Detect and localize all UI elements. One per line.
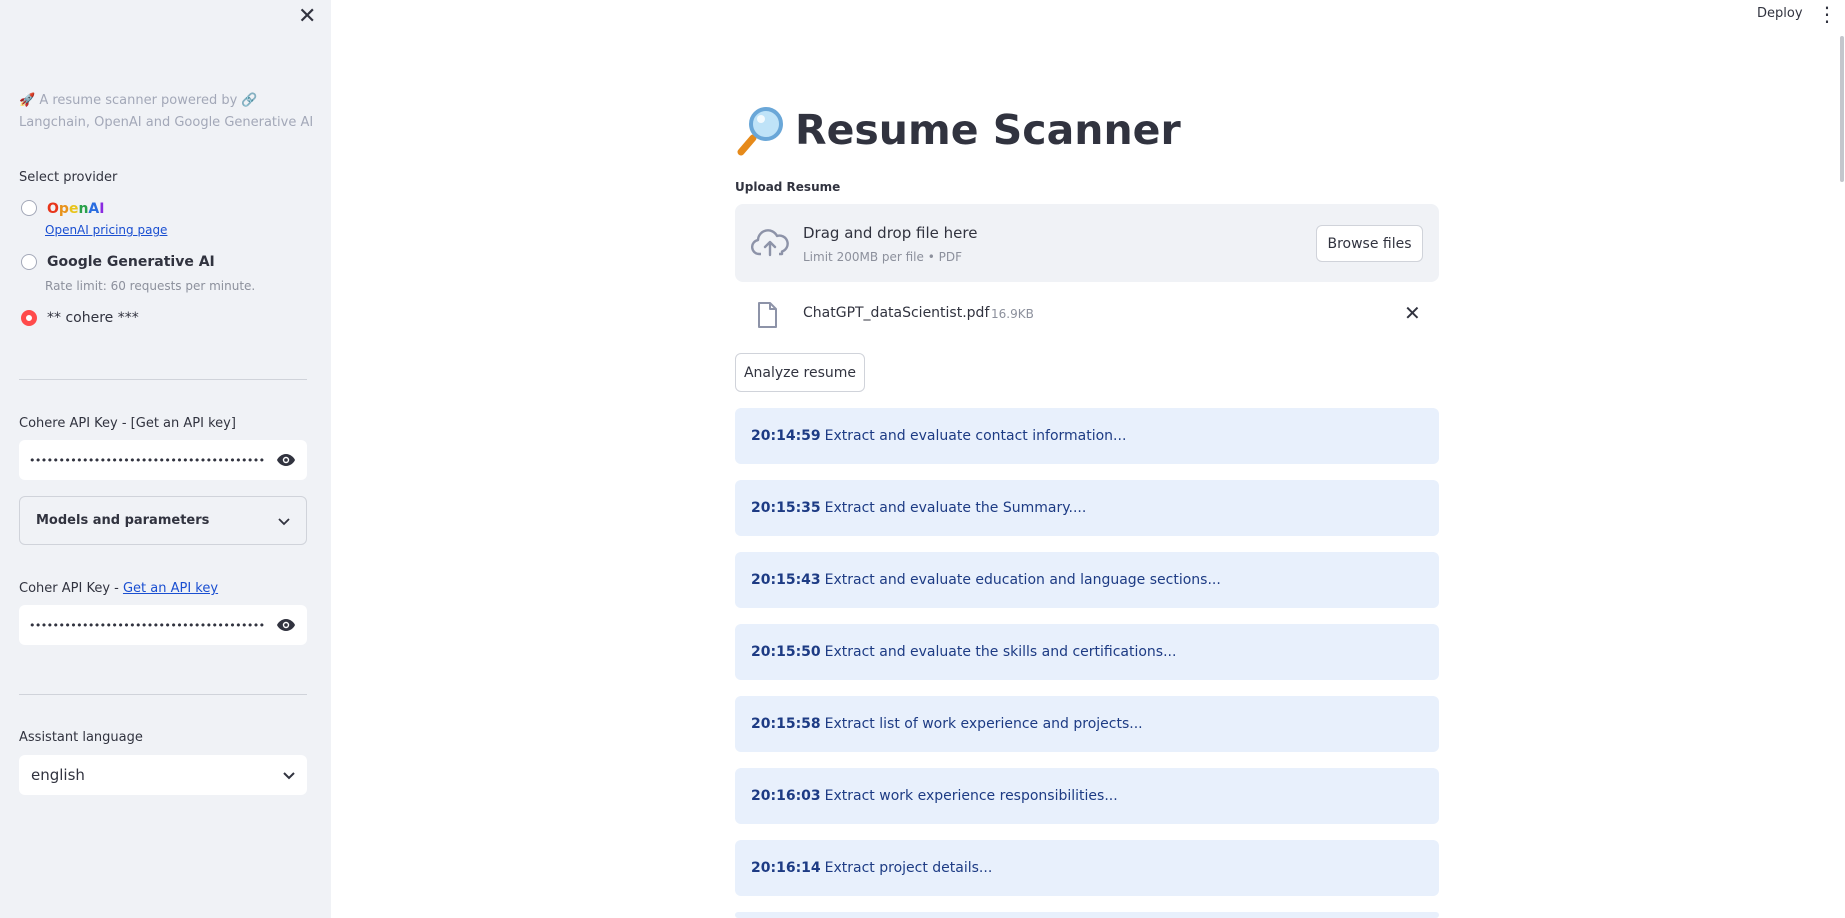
file-size: 16.9KB	[991, 307, 1034, 321]
divider	[19, 379, 307, 380]
password-dots: ••••••••••••••••••••••••••••••••••••••••	[29, 618, 265, 632]
scrollbar[interactable]	[1840, 36, 1844, 182]
main-menu-icon[interactable]: ⋮	[1817, 3, 1837, 25]
deploy-button[interactable]: Deploy	[1757, 6, 1803, 21]
cohere-key-input[interactable]: ••••••••••••••••••••••••••••••••••••••••	[19, 440, 307, 480]
status-time: 20:14:59	[751, 428, 821, 444]
cohere-key-label: Cohere API Key - [Get an API key]	[19, 416, 236, 431]
divider	[19, 694, 307, 695]
status-time: 20:15:43	[751, 572, 821, 588]
coher-key-label-text: Coher API Key -	[19, 581, 123, 596]
status-message: 20:15:50 Extract and evaluate the skills…	[735, 624, 1439, 680]
radio-cohere[interactable]: ** cohere ***	[21, 310, 139, 326]
radio-circle[interactable]	[21, 199, 37, 216]
language-select[interactable]: english	[19, 755, 307, 795]
chevron-down-icon	[283, 766, 295, 784]
get-api-key-link[interactable]: Get an API key	[123, 581, 218, 596]
cohere-label: ** cohere ***	[47, 310, 139, 326]
provider-label: Select provider	[19, 170, 118, 185]
status-text: Extract list of work experience and proj…	[824, 716, 1143, 732]
openai-label: OpenAI	[47, 201, 105, 217]
browse-files-button[interactable]: Browse files	[1316, 225, 1423, 262]
language-value: english	[31, 766, 85, 784]
radio-circle[interactable]	[21, 254, 37, 270]
radio-google[interactable]: Google Generative AI	[21, 254, 215, 270]
dropzone-title: Drag and drop file here	[803, 224, 978, 242]
coher-key-label: Coher API Key - Get an API key	[19, 581, 218, 596]
page-title: Resume Scanner	[795, 106, 1181, 154]
status-message: 20:15:35 Extract and evaluate the Summar…	[735, 480, 1439, 536]
sidebar-tagline: 🚀 A resume scanner powered by 🔗 Langchai…	[19, 93, 314, 130]
status-message: 20:16:14 Extract project details...	[735, 840, 1439, 896]
eye-icon[interactable]	[275, 617, 297, 633]
status-text: Extract work experience responsibilities…	[824, 788, 1118, 804]
status-text: Extract and evaluate the Summary....	[824, 500, 1087, 516]
status-text: Extract and evaluate education and langu…	[824, 572, 1221, 588]
upload-label: Upload Resume	[735, 180, 841, 194]
expander-title: Models and parameters	[36, 513, 210, 528]
dropzone-subtitle: Limit 200MB per file • PDF	[803, 250, 962, 264]
google-label: Google Generative AI	[47, 254, 215, 270]
status-text: Extract project details...	[824, 860, 993, 876]
status-message: 20:14:59 Extract and evaluate contact in…	[735, 408, 1439, 464]
eye-icon[interactable]	[275, 452, 297, 468]
radio-openai[interactable]: OpenAI	[21, 198, 104, 217]
magnifier-icon	[735, 104, 787, 156]
file-dropzone[interactable]: Drag and drop file here Limit 200MB per …	[735, 204, 1439, 282]
cloud-upload-icon	[750, 228, 789, 258]
status-time: 20:15:50	[751, 644, 821, 660]
chevron-down-icon	[278, 511, 290, 530]
uploaded-file-row: ChatGPT_dataScientist.pdf 16.9KB ✕	[735, 296, 1439, 332]
page-title-row: Resume Scanner	[735, 104, 1181, 156]
sidebar: ✕ 🚀 A resume scanner powered by 🔗 Langch…	[0, 0, 331, 918]
status-message-partial	[735, 912, 1439, 918]
close-sidebar-icon[interactable]: ✕	[298, 6, 316, 28]
status-time: 20:15:35	[751, 500, 821, 516]
status-time: 20:16:03	[751, 788, 821, 804]
file-icon	[756, 302, 778, 328]
radio-circle-selected[interactable]	[21, 310, 37, 326]
rate-limit-note: Rate limit: 60 requests per minute.	[45, 279, 256, 293]
analyze-resume-button[interactable]: Analyze resume	[735, 353, 865, 392]
remove-file-icon[interactable]: ✕	[1404, 300, 1421, 326]
status-message: 20:15:58 Extract list of work experience…	[735, 696, 1439, 752]
status-text: Extract and evaluate contact information…	[824, 428, 1127, 444]
openai-pricing-link[interactable]: OpenAI pricing page	[45, 223, 167, 237]
status-message: 20:15:43 Extract and evaluate education …	[735, 552, 1439, 608]
models-parameters-expander[interactable]: Models and parameters	[19, 496, 307, 545]
status-text: Extract and evaluate the skills and cert…	[824, 644, 1177, 660]
status-message: 20:16:03 Extract work experience respons…	[735, 768, 1439, 824]
language-label: Assistant language	[19, 730, 143, 745]
password-dots: ••••••••••••••••••••••••••••••••••••••••	[29, 453, 265, 467]
file-name: ChatGPT_dataScientist.pdf	[803, 305, 990, 321]
status-time: 20:16:14	[751, 860, 821, 876]
coher-key-input[interactable]: ••••••••••••••••••••••••••••••••••••••••	[19, 605, 307, 645]
status-time: 20:15:58	[751, 716, 821, 732]
